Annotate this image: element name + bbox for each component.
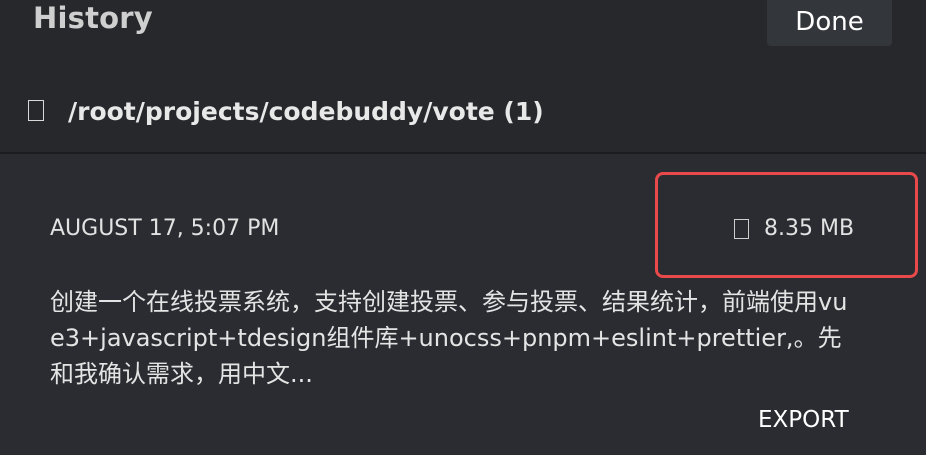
entry-description: 创建一个在线投票系统，支持创建投票、参与投票、结果统计，前端使用vue3+jav… — [50, 288, 848, 388]
history-header: History Done — [0, 0, 926, 60]
page-title: History — [33, 1, 153, 35]
done-button[interactable]: Done — [767, 0, 892, 46]
workspace-path[interactable]: /root/projects/codebuddy/vote (1) — [68, 95, 544, 129]
size-highlight-box — [655, 172, 918, 278]
folder-icon — [28, 100, 44, 121]
export-button[interactable]: EXPORT — [758, 404, 849, 436]
entry-date: AUGUST 17, 5:07 PM — [50, 216, 280, 241]
